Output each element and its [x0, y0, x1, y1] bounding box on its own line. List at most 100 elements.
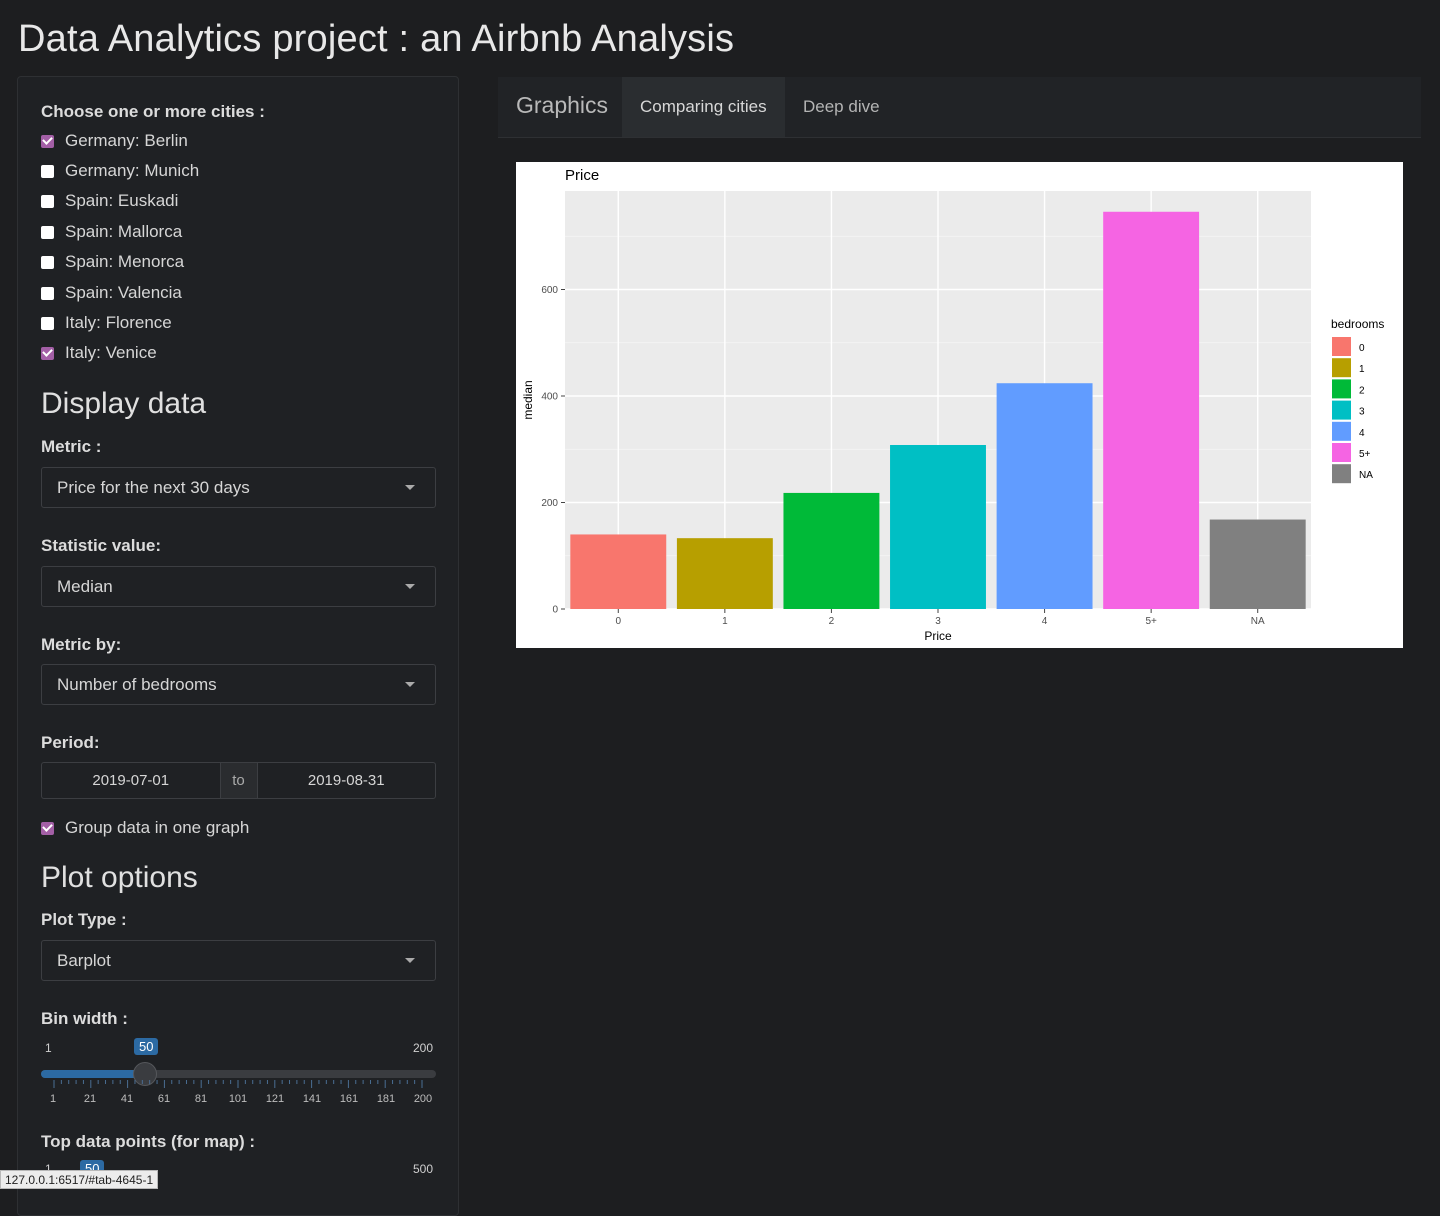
legend-key	[1332, 464, 1351, 484]
legend-key	[1332, 443, 1351, 462]
city-option-label: Germany: Berlin	[65, 131, 188, 150]
metric-select[interactable]: Price for the next 30 days	[41, 467, 436, 508]
legend-label: 2	[1359, 385, 1365, 396]
checkbox-icon[interactable]	[41, 164, 54, 178]
checkbox-icon[interactable]	[41, 134, 54, 148]
bar-5plus	[1103, 211, 1200, 609]
legend-key	[1332, 358, 1351, 378]
city-option-mallorca[interactable]: Spain: Mallorca	[41, 220, 182, 244]
checkbox-icon[interactable]	[41, 225, 54, 239]
period-end-input[interactable]: 2019-08-31	[258, 763, 436, 798]
x-tick-label: 0	[616, 616, 622, 627]
tab-comparing-cities[interactable]: Comparing cities	[622, 77, 785, 137]
plot-options-heading: Plot options	[41, 861, 198, 894]
y-tick-label: 200	[541, 498, 558, 509]
checkbox-icon[interactable]	[41, 194, 54, 208]
chevron-down-icon	[405, 485, 415, 490]
city-option-munich[interactable]: Germany: Munich	[41, 159, 199, 183]
tab-navbar: Graphics Comparing cities Deep dive	[498, 77, 1421, 138]
city-option-menorca[interactable]: Spain: Menorca	[41, 250, 184, 274]
x-tick-label: 2	[829, 616, 835, 627]
legend-label: 3	[1359, 407, 1365, 418]
metric-select-value: Price for the next 30 days	[57, 477, 250, 497]
bin-slider-grid	[53, 1080, 423, 1088]
bin-slider-track[interactable]	[41, 1070, 436, 1078]
city-option-florence[interactable]: Italy: Florence	[41, 311, 172, 335]
cities-label: Choose one or more cities :	[41, 102, 265, 121]
statistic-label: Statistic value:	[41, 536, 161, 555]
navbar-brand: Graphics	[516, 92, 609, 118]
y-tick-label: 0	[552, 605, 558, 616]
bar-0	[570, 534, 667, 609]
y-axis-label: median	[521, 380, 535, 419]
x-tick-label: 5+	[1145, 616, 1157, 627]
legend-label: 1	[1359, 364, 1365, 375]
x-tick-label: 1	[722, 616, 728, 627]
metric-by-label: Metric by:	[41, 635, 122, 654]
plot-type-select[interactable]: Barplot	[41, 940, 436, 981]
group-data-label: Group data in one graph	[65, 818, 250, 837]
city-option-label: Germany: Munich	[65, 161, 200, 180]
slider-tick-label: 121	[265, 1093, 285, 1105]
legend-label: 4	[1359, 428, 1365, 439]
city-option-label: Spain: Euskadi	[65, 191, 179, 210]
bin-slider-max: 200	[413, 1041, 434, 1055]
checkbox-icon[interactable]	[41, 255, 54, 269]
display-data-heading: Display data	[41, 387, 207, 420]
period-date-range: 2019-07-01 to 2019-08-31	[41, 762, 436, 799]
metric-label: Metric :	[41, 437, 102, 456]
bar-1	[676, 538, 773, 609]
legend-key	[1332, 337, 1351, 356]
checkbox-icon[interactable]	[41, 316, 54, 330]
city-option-venice[interactable]: Italy: Venice	[41, 341, 157, 365]
legend-label: NA	[1359, 470, 1373, 481]
city-option-valencia[interactable]: Spain: Valencia	[41, 281, 182, 305]
bin-slider-value: 50	[134, 1038, 159, 1055]
legend-key	[1332, 421, 1351, 441]
checkbox-icon[interactable]	[41, 821, 54, 835]
slider-tick-label: 41	[120, 1093, 134, 1105]
checkbox-icon[interactable]	[41, 346, 54, 360]
bar-2	[783, 492, 880, 609]
status-bar-url: 127.0.0.1:6517/#tab-4645-1	[0, 1170, 159, 1189]
slider-tick-label: 101	[228, 1093, 248, 1105]
slider-tick-label: 61	[157, 1093, 171, 1105]
city-option-label: Spain: Mallorca	[65, 222, 183, 241]
statistic-select-value: Median	[57, 576, 113, 596]
chevron-down-icon	[405, 584, 415, 589]
slider-tick-label: 81	[194, 1093, 208, 1105]
chart-panel: 0 200 400 600 0 1 2 3 4 5+ NA Price Price median bedro…	[516, 162, 1403, 648]
bin-slider-fill	[41, 1070, 145, 1078]
legend-label: 5+	[1359, 449, 1371, 460]
top-points-label: Top data points (for map) :	[41, 1132, 256, 1151]
sidebar-panel: Choose one or more cities : Germany: Ber…	[17, 76, 459, 1216]
legend-title: bedrooms	[1331, 317, 1384, 331]
bar-chart: 0 200 400 600 0 1 2 3 4 5+ NA Price Price median bedro…	[521, 167, 1384, 643]
statistic-select[interactable]: Median	[41, 566, 436, 607]
plot-type-select-value: Barplot	[57, 950, 111, 970]
tab-deep-dive[interactable]: Deep dive	[785, 77, 898, 137]
bin-width-label: Bin width :	[41, 1009, 128, 1028]
bar-na	[1209, 519, 1306, 609]
page-title: Data Analytics project : an Airbnb Analy…	[18, 18, 735, 60]
period-separator: to	[219, 763, 258, 798]
top-slider-max: 500	[413, 1162, 434, 1176]
slider-tick-label: 181	[376, 1093, 396, 1105]
city-option-euskadi[interactable]: Spain: Euskadi	[41, 189, 178, 213]
group-data-checkbox[interactable]: Group data in one graph	[41, 816, 249, 840]
bin-slider-min: 1	[45, 1041, 52, 1055]
chevron-down-icon	[405, 682, 415, 687]
bar-4	[996, 383, 1093, 609]
x-tick-label: 4	[1042, 616, 1048, 627]
city-option-berlin[interactable]: Germany: Berlin	[41, 129, 188, 153]
metric-by-select[interactable]: Number of bedrooms	[41, 664, 436, 705]
x-axis-label: Price	[924, 629, 952, 643]
legend-key	[1332, 379, 1351, 399]
slider-tick-label: 21	[83, 1093, 97, 1105]
period-start-input[interactable]: 2019-07-01	[42, 763, 220, 798]
chart-title: Price	[565, 167, 599, 184]
checkbox-icon[interactable]	[41, 286, 54, 300]
legend-key	[1332, 400, 1351, 420]
bar-3	[890, 444, 986, 609]
y-tick-label: 600	[541, 285, 558, 296]
